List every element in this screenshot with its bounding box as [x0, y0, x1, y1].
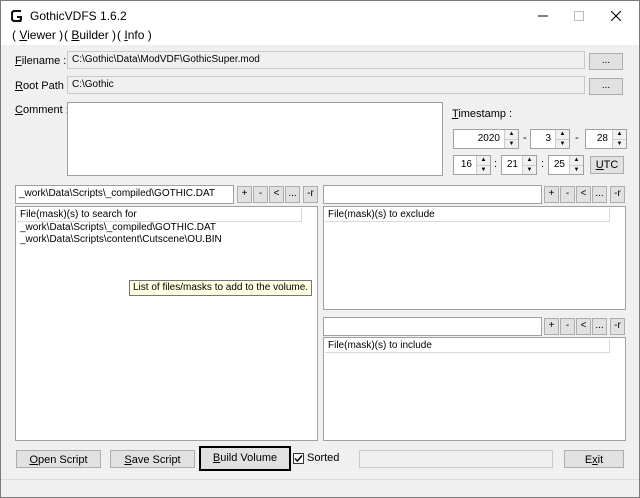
include-browse-button[interactable]: ...	[592, 318, 607, 335]
spin-down-icon[interactable]: ▼	[523, 165, 536, 174]
hour-spinner[interactable]: 16 ▲ ▼	[453, 155, 491, 175]
exclude-pick-button[interactable]: <	[576, 186, 591, 203]
month-spinner[interactable]: 3 ▲ ▼	[530, 129, 570, 149]
spin-up-icon[interactable]: ▲	[523, 156, 536, 165]
build-volume-button[interactable]: Build Volume	[199, 446, 291, 471]
root-path-label: Root Path :	[15, 80, 71, 92]
search-browse-button[interactable]: ...	[285, 186, 300, 203]
sorted-label[interactable]: Sorted	[307, 452, 339, 464]
time-separator: :	[541, 158, 545, 170]
search-add-button[interactable]: +	[237, 186, 252, 203]
root-path-browse-button[interactable]: ...	[589, 78, 623, 95]
menu-builder[interactable]: ( Builder )	[64, 28, 116, 42]
checkmark-icon	[294, 455, 303, 463]
spin-down-icon[interactable]: ▼	[613, 139, 626, 148]
list-item[interactable]: _work\Data\Scripts\content\Cutscene\OU.B…	[20, 234, 222, 245]
include-recursive-button[interactable]: -r	[610, 318, 625, 335]
menu-bar: ( Viewer ) ( Builder ) ( Info )	[1, 27, 639, 45]
year-spinner[interactable]: 2020 ▲ ▼	[453, 129, 519, 149]
open-script-button[interactable]: Open Script	[16, 450, 101, 468]
window-title: GothicVDFS 1.6.2	[30, 9, 127, 23]
search-list[interactable]: File(mask)(s) to search for _work\Data\S…	[15, 206, 318, 441]
exclude-list[interactable]: File(mask)(s) to exclude	[323, 206, 626, 310]
exclude-recursive-button[interactable]: -r	[610, 186, 625, 203]
spin-up-icon[interactable]: ▲	[556, 130, 569, 139]
status-bar	[1, 479, 639, 497]
close-icon	[611, 11, 621, 21]
root-path-field[interactable]: C:\Gothic	[67, 76, 585, 94]
year-value: 2020	[477, 133, 500, 144]
second-value: 25	[553, 159, 565, 170]
exclude-path-input[interactable]	[323, 185, 542, 204]
time-separator: :	[494, 158, 498, 170]
spin-up-icon[interactable]: ▲	[505, 130, 518, 139]
search-recursive-button[interactable]: -r	[303, 186, 318, 203]
include-add-button[interactable]: +	[544, 318, 559, 335]
date-separator: -	[575, 132, 579, 144]
filename-label: Filename :	[15, 55, 67, 67]
maximize-icon	[574, 11, 584, 21]
timestamp-label: Timestamp :	[452, 108, 513, 120]
status-field	[359, 450, 553, 468]
search-pick-button[interactable]: <	[269, 186, 284, 203]
menu-viewer[interactable]: ( Viewer )	[12, 28, 63, 42]
date-separator: -	[523, 132, 527, 144]
exclude-browse-button[interactable]: ...	[592, 186, 607, 203]
filename-field[interactable]: C:\Gothic\Data\ModVDF\GothicSuper.mod	[67, 51, 585, 69]
spin-down-icon[interactable]: ▼	[505, 139, 518, 148]
spin-down-icon[interactable]: ▼	[477, 165, 490, 174]
search-path-input[interactable]: _work\Data\Scripts\_compiled\GOTHIC.DAT	[15, 185, 234, 204]
minute-value: 21	[506, 159, 518, 170]
filename-browse-button[interactable]: ...	[589, 53, 623, 70]
minimize-icon	[538, 15, 548, 17]
month-value: 3	[545, 133, 551, 144]
exclude-add-button[interactable]: +	[544, 186, 559, 203]
hour-value: 16	[460, 159, 472, 170]
day-spinner[interactable]: 28 ▲ ▼	[585, 129, 627, 149]
list-item[interactable]: _work\Data\Scripts\_compiled\GOTHIC.DAT	[20, 222, 216, 233]
include-remove-button[interactable]: -	[560, 318, 575, 335]
comment-label: Comment :	[15, 104, 69, 116]
save-script-button[interactable]: Save Script	[110, 450, 195, 468]
comment-textarea[interactable]	[67, 102, 443, 176]
gothic-g-icon	[10, 9, 24, 23]
include-path-input[interactable]	[323, 317, 542, 336]
sorted-checkbox[interactable]	[293, 453, 304, 464]
day-value: 28	[596, 133, 608, 144]
tooltip: List of files/masks to add to the volume…	[129, 280, 313, 296]
utc-button[interactable]: UTC	[590, 156, 624, 174]
exit-button[interactable]: Exit	[564, 450, 624, 468]
spin-down-icon[interactable]: ▼	[556, 139, 569, 148]
exclude-list-header[interactable]: File(mask)(s) to exclude	[325, 208, 610, 222]
spin-up-icon[interactable]: ▲	[613, 130, 626, 139]
second-spinner[interactable]: 25 ▲ ▼	[548, 155, 584, 175]
app-window: GothicVDFS 1.6.2 ( Viewer ) ( Builder ) …	[0, 0, 640, 498]
include-pick-button[interactable]: <	[576, 318, 591, 335]
spin-up-icon[interactable]: ▲	[570, 156, 583, 165]
spin-down-icon[interactable]: ▼	[570, 165, 583, 174]
spin-up-icon[interactable]: ▲	[477, 156, 490, 165]
menu-info[interactable]: ( Info )	[117, 28, 152, 42]
search-list-header[interactable]: File(mask)(s) to search for	[17, 208, 302, 222]
search-remove-button[interactable]: -	[253, 186, 268, 203]
include-list-header[interactable]: File(mask)(s) to include	[325, 339, 610, 353]
include-list[interactable]: File(mask)(s) to include	[323, 337, 626, 441]
exclude-remove-button[interactable]: -	[560, 186, 575, 203]
minute-spinner[interactable]: 21 ▲ ▼	[501, 155, 537, 175]
